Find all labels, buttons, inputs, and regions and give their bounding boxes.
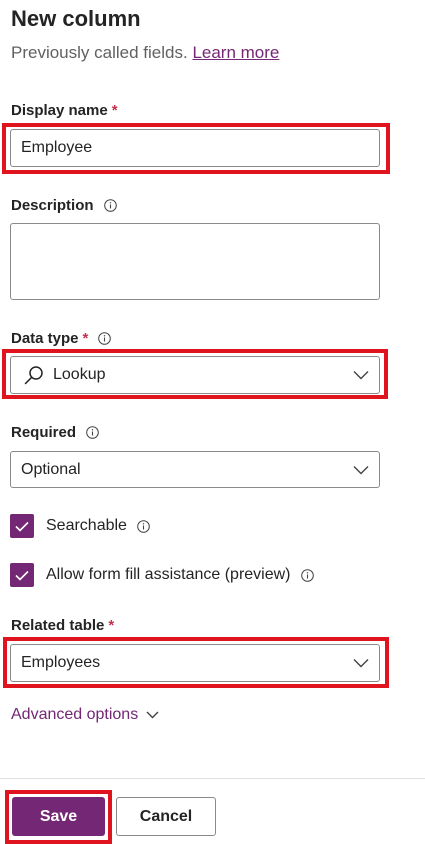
chevron-down-icon — [353, 465, 369, 474]
info-icon[interactable] — [137, 519, 150, 533]
chevron-down-icon — [146, 711, 159, 719]
required-dropdown[interactable]: Optional — [10, 451, 380, 488]
required-value: Optional — [21, 460, 81, 478]
checkmark-icon — [15, 521, 29, 532]
description-label-text: Description — [11, 197, 94, 214]
checkmark-icon — [15, 570, 29, 581]
searchable-label: Searchable — [46, 517, 127, 534]
save-button[interactable]: Save — [12, 797, 105, 836]
search-icon — [23, 364, 45, 386]
display-name-value: Employee — [21, 139, 93, 156]
data-type-label: Data type * — [11, 330, 112, 347]
description-label: Description — [11, 197, 117, 214]
related-table-dropdown[interactable]: Employees — [10, 644, 380, 682]
form-fill-label: Allow form fill assistance (preview) — [46, 566, 291, 583]
panel-subtitle: Previously called fields. Learn more — [11, 43, 279, 63]
required-asterisk: * — [82, 330, 89, 347]
info-icon[interactable] — [86, 426, 99, 439]
description-textarea[interactable] — [10, 223, 380, 300]
data-type-dropdown[interactable]: Lookup — [10, 356, 380, 394]
required-label-text: Required — [11, 424, 77, 441]
display-name-label-text: Display name — [11, 102, 108, 119]
data-type-label-text: Data type — [11, 330, 79, 347]
related-table-label: Related table * — [11, 617, 114, 634]
advanced-options-label: Advanced options — [11, 706, 139, 723]
advanced-options-toggle[interactable]: Advanced options — [11, 706, 159, 724]
footer-divider — [0, 778, 425, 779]
cancel-button[interactable]: Cancel — [116, 797, 216, 836]
info-icon[interactable] — [103, 199, 117, 212]
panel-title: New column — [11, 6, 141, 31]
related-table-value: Employees — [21, 654, 101, 671]
required-asterisk: * — [111, 102, 118, 119]
searchable-checkbox[interactable] — [10, 514, 34, 538]
display-name-label: Display name * — [11, 102, 118, 119]
related-table-label-text: Related table — [11, 617, 105, 634]
data-type-value: Lookup — [53, 366, 106, 383]
display-name-input[interactable]: Employee — [10, 129, 380, 167]
searchable-row: Searchable — [10, 514, 150, 538]
info-icon[interactable] — [98, 332, 112, 345]
form-fill-row: Allow form fill assistance (preview) — [10, 563, 314, 587]
subtitle-text: Previously called fields. — [11, 43, 188, 62]
learn-more-link[interactable]: Learn more — [192, 43, 279, 62]
required-label: Required — [11, 424, 99, 441]
form-fill-checkbox[interactable] — [10, 563, 34, 587]
required-asterisk: * — [108, 617, 115, 634]
chevron-down-icon — [353, 659, 369, 668]
info-icon[interactable] — [300, 568, 314, 582]
chevron-down-icon — [353, 371, 369, 380]
